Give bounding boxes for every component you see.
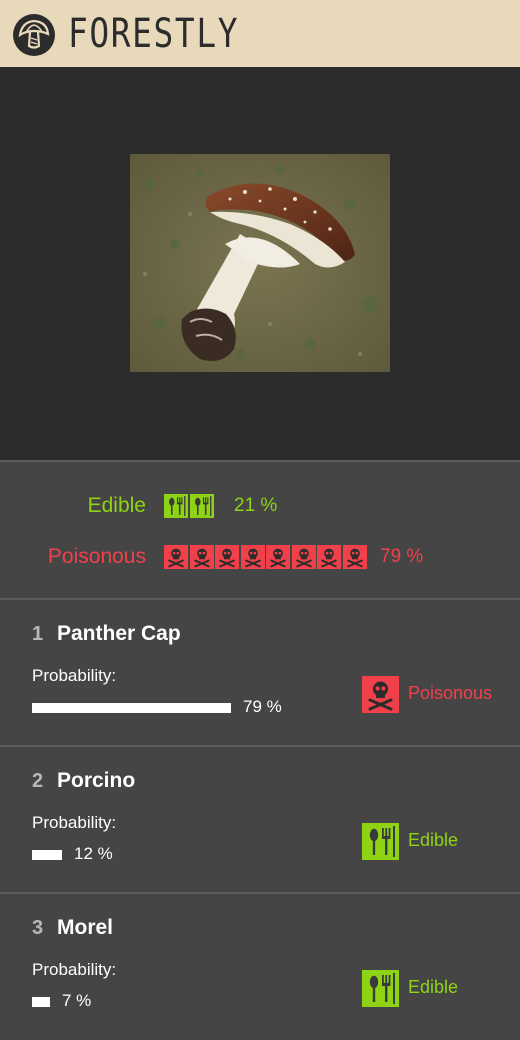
- skull-crossbones-icon: [240, 545, 265, 569]
- poisonous-percent: 79 %: [380, 546, 424, 567]
- probability-label: Probability:: [32, 813, 117, 832]
- classification-label: Edible: [408, 977, 459, 997]
- cutlery-icon: [164, 494, 188, 518]
- probability-bar-fill: [32, 703, 231, 713]
- skull-crossbones-icon: [215, 545, 239, 569]
- poisonous-icon-row: [164, 545, 368, 569]
- result-rank: 2: [32, 770, 44, 792]
- probability-percent: 7 %: [62, 991, 92, 1010]
- skull-crossbones-icon: [317, 545, 341, 569]
- skull-crossbones-icon: [266, 545, 290, 569]
- edible-percent: 21 %: [234, 495, 278, 516]
- result-name: Porcino: [57, 769, 136, 792]
- classification-label: Poisonous: [408, 683, 493, 703]
- app-header: FORESTLY: [0, 0, 520, 67]
- probability-label: Probability:: [32, 666, 117, 685]
- result-name: Morel: [57, 916, 114, 939]
- photo-panel: [0, 67, 520, 460]
- probability-label: Probability:: [32, 960, 117, 979]
- skull-crossbones-icon: [362, 676, 399, 713]
- skull-crossbones-icon: [189, 545, 214, 569]
- skull-crossbones-icon: [164, 545, 188, 569]
- poisonous-summary-row: Poisonous 79 %: [0, 543, 520, 571]
- poisonous-label: Poisonous: [47, 545, 146, 568]
- skull-crossbones-icon: [342, 545, 367, 569]
- probability-bar: [32, 850, 231, 860]
- result-rank: 3: [32, 917, 44, 939]
- divider: [0, 460, 520, 462]
- result-card[interactable]: 3 Morel Probability: 7 % Edible: [0, 894, 520, 1040]
- app-title: FORESTLY: [68, 11, 240, 57]
- probability-bar: [32, 703, 231, 713]
- skull-crossbones-icon: [291, 545, 316, 569]
- result-name: Panther Cap: [57, 622, 181, 645]
- cutlery-icon: [189, 494, 214, 518]
- probability-bar-fill: [32, 997, 50, 1007]
- result-card[interactable]: 1 Panther Cap Probability: 79 % Poisonou…: [0, 600, 520, 746]
- probability-percent: 12 %: [74, 844, 113, 863]
- mushroom-photo: [130, 154, 390, 372]
- probability-bar-fill: [32, 850, 62, 860]
- result-card[interactable]: 2 Porcino Probability: 12 % Edible: [0, 747, 520, 893]
- cutlery-icon: [362, 970, 399, 1007]
- edible-label: Edible: [87, 494, 146, 517]
- edible-summary-row: Edible 21 %: [0, 492, 520, 520]
- mushroom-logo-icon: [13, 14, 55, 56]
- classification-label: Edible: [408, 830, 459, 850]
- cutlery-icon: [362, 823, 399, 860]
- probability-percent: 79 %: [243, 697, 282, 716]
- result-rank: 1: [32, 623, 44, 645]
- edible-icon-row: [164, 494, 215, 518]
